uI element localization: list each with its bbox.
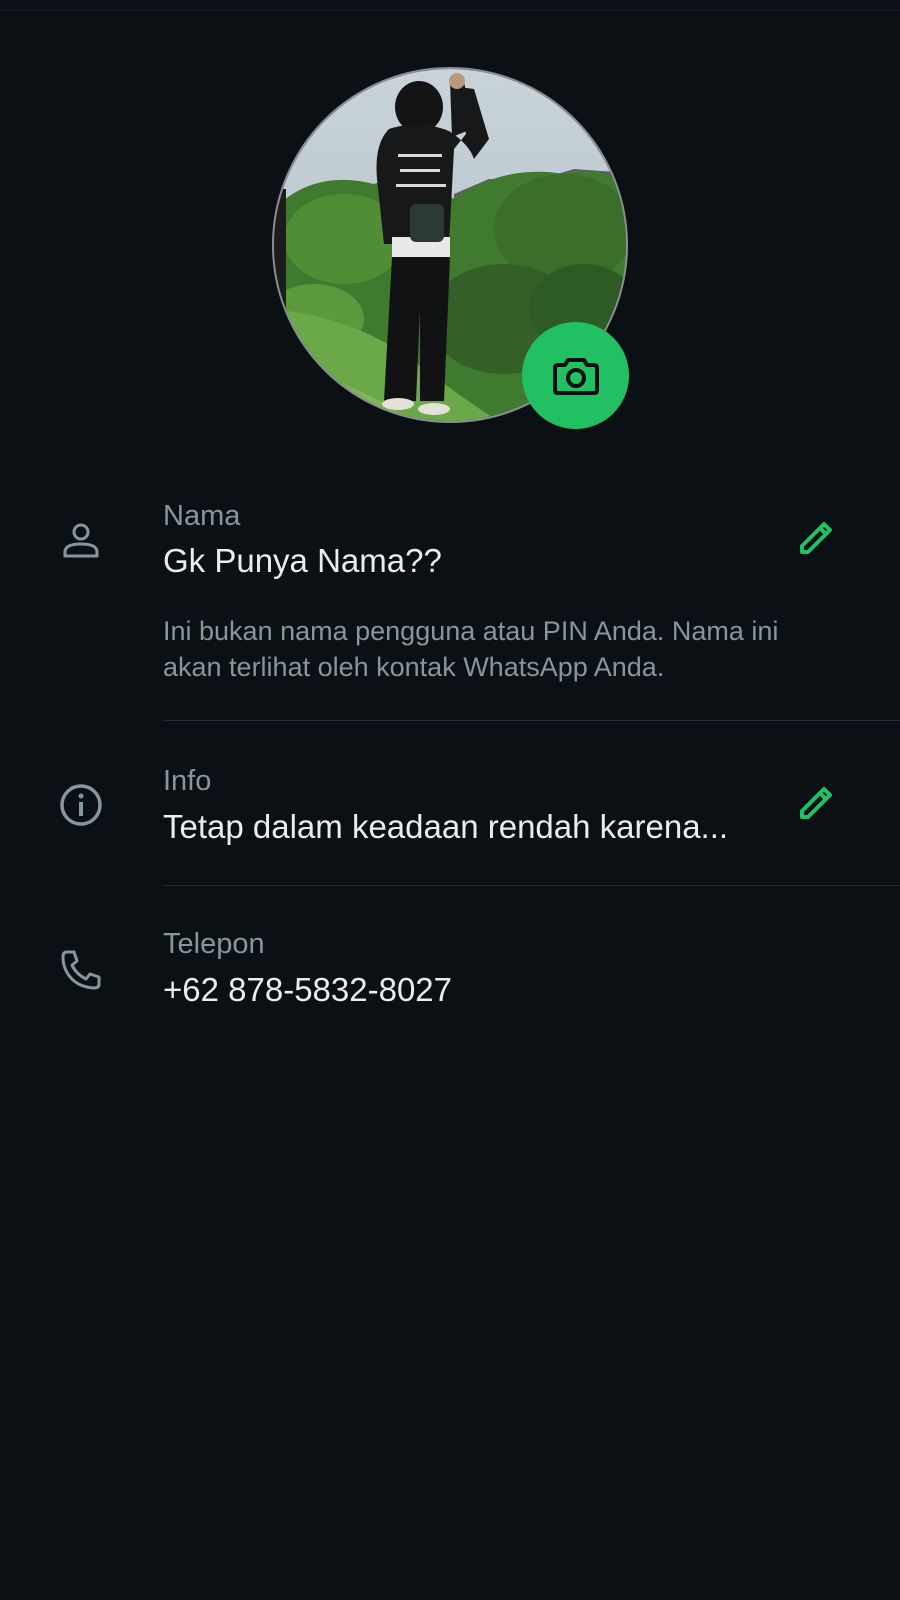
name-value: Gk Punya Nama?? bbox=[163, 542, 442, 579]
pencil-icon bbox=[800, 522, 832, 554]
phone-label: Telepon bbox=[163, 928, 265, 960]
change-photo-button[interactable] bbox=[522, 322, 629, 429]
info-row[interactable]: Info Tetap dalam keadaan rendah karena..… bbox=[0, 745, 900, 885]
divider-name-info bbox=[163, 720, 900, 721]
profile-photo-section bbox=[272, 67, 629, 429]
edit-name-button[interactable] bbox=[790, 512, 842, 564]
person-icon bbox=[56, 515, 106, 565]
phone-value: +62 878-5832-8027 bbox=[163, 971, 453, 1008]
info-label: Info bbox=[163, 765, 212, 797]
name-label: Nama bbox=[163, 500, 241, 532]
edit-info-button[interactable] bbox=[790, 777, 842, 829]
top-divider bbox=[0, 10, 900, 11]
phone-row[interactable]: Telepon +62 878-5832-8027 bbox=[0, 910, 900, 1020]
divider-info-phone bbox=[163, 885, 900, 886]
pencil-icon bbox=[800, 787, 832, 819]
info-value: Tetap dalam keadaan rendah karena... bbox=[163, 808, 729, 845]
name-help-text: Ini bukan nama pengguna atau PIN Anda. N… bbox=[163, 616, 779, 682]
info-icon bbox=[56, 780, 106, 830]
phone-icon bbox=[56, 945, 106, 995]
name-row[interactable]: Nama Gk Punya Nama?? Ini bukan nama peng… bbox=[0, 490, 900, 710]
camera-icon bbox=[552, 357, 599, 395]
